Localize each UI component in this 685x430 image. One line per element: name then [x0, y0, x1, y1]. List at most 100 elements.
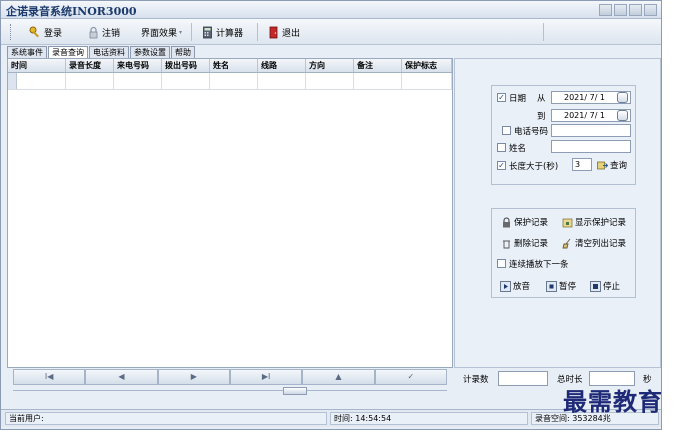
record-count-field [498, 371, 548, 386]
theme-button[interactable]: 界面效果 ▾ [141, 24, 182, 40]
tab-system-events[interactable]: 系统事件 [7, 46, 47, 58]
window-title: 企诺录音系统INOR3000 [6, 5, 137, 18]
grid-cell [114, 73, 162, 89]
search-arrow-icon [597, 160, 609, 171]
logout-button[interactable]: 注销 [87, 24, 120, 40]
grid-cell [210, 73, 258, 89]
nav-up-button[interactable]: ▲ [302, 369, 375, 385]
nav-first-button[interactable]: I◀ [13, 369, 86, 385]
clear-list-button[interactable]: 清空列出记录 [562, 236, 626, 250]
grid-cell [402, 73, 452, 89]
phone-label: 电话号码 [514, 127, 549, 137]
maximize-button[interactable] [614, 4, 627, 16]
query-side-panel: ✓ 日期 从 2021/ 7/ 1 到 2021/ 7/ 1 电话号码 姓名 ✓… [454, 58, 661, 368]
date-label: 日期 [509, 94, 527, 104]
play-icon [500, 280, 511, 292]
tab-parameters[interactable]: 参数设置 [130, 46, 170, 58]
table-row[interactable] [8, 73, 452, 90]
toolbar-grip[interactable] [10, 24, 13, 40]
length-input[interactable]: 3 [572, 158, 592, 171]
phone-input[interactable] [551, 124, 631, 137]
column-header-length[interactable]: 录音长度 [66, 59, 114, 72]
phone-checkbox[interactable] [502, 126, 511, 135]
key-icon [29, 26, 42, 39]
continuous-play-checkbox[interactable] [497, 259, 506, 268]
delete-icon [501, 238, 512, 249]
search-button[interactable]: 查询 [597, 158, 627, 172]
name-input[interactable] [551, 140, 631, 153]
logout-label: 注销 [102, 28, 121, 39]
tab-recording-query[interactable]: 录音查询 [48, 46, 88, 58]
continuous-play-label: 连续播放下一条 [509, 260, 569, 270]
protect-record-button[interactable]: 保护记录 [501, 215, 548, 229]
column-header-line[interactable]: 线路 [258, 59, 306, 72]
delete-record-label: 删除记录 [514, 239, 549, 249]
tab-phone-data[interactable]: 电话资料 [89, 46, 129, 58]
column-header-incoming[interactable]: 来电号码 [114, 59, 162, 72]
delete-record-button[interactable]: 删除记录 [501, 236, 548, 250]
toolbar-separator [543, 23, 544, 41]
to-label: 到 [537, 112, 546, 122]
column-header-direction[interactable]: 方向 [306, 59, 354, 72]
app-window: 企诺录音系统INOR3000 登录 注销 界面效果 ▾ 计算器 退出 系统事件 … [0, 0, 662, 430]
column-header-note[interactable]: 备注 [354, 59, 402, 72]
play-button[interactable]: 放音 [500, 279, 530, 293]
name-label: 姓名 [509, 144, 527, 154]
query-group: ✓ 日期 从 2021/ 7/ 1 到 2021/ 7/ 1 电话号码 姓名 ✓… [491, 85, 636, 185]
actions-group: 保护记录 显示保护记录 删除记录 清空列出记录 连续播放下一条 放音 暂停 停止 [491, 208, 636, 298]
toolbar-separator [191, 23, 192, 41]
date-checkbox[interactable]: ✓ [497, 93, 506, 102]
grid-cell [306, 73, 354, 89]
column-header-name[interactable]: 姓名 [210, 59, 258, 72]
watermark-text: 最需教育 [563, 387, 663, 416]
nav-last-button[interactable]: ▶I [229, 369, 303, 385]
nav-prev-button[interactable]: ◀ [85, 369, 158, 385]
grid-cell [162, 73, 210, 89]
current-user-status: 当前用户: [5, 412, 327, 425]
row-indicator [8, 73, 17, 89]
toolbar: 登录 注销 界面效果 ▾ 计算器 退出 [1, 19, 661, 45]
length-label: 长度大于(秒) [509, 162, 559, 172]
pause-button[interactable]: 暂停 [546, 279, 576, 293]
name-checkbox[interactable] [497, 143, 506, 152]
status-bar: 当前用户: 时间: 14:54:54 录音空间: 353284兆 [1, 409, 661, 427]
minimize-button[interactable] [599, 4, 612, 16]
column-header-protect[interactable]: 保护标志 [402, 59, 452, 72]
restore-button[interactable] [629, 4, 642, 16]
title-bar: 企诺录音系统INOR3000 [1, 1, 661, 19]
calculator-button[interactable]: 计算器 [201, 24, 243, 40]
recordings-grid[interactable]: 时间 录音长度 来电号码 拨出号码 姓名 线路 方向 备注 保护标志 [7, 58, 453, 368]
lock-icon [501, 217, 512, 228]
play-label: 放音 [513, 282, 531, 292]
show-protected-button[interactable]: 显示保护记录 [562, 215, 626, 229]
record-navigator: I◀ ◀ ▶ ▶I ▲ ✓ [13, 369, 447, 385]
lock-icon [87, 26, 100, 39]
from-label: 从 [537, 94, 546, 104]
broom-icon [562, 238, 573, 249]
tab-help[interactable]: 帮助 [171, 46, 195, 58]
date-from-picker-button[interactable] [617, 92, 628, 103]
grid-cell [354, 73, 402, 89]
playback-slider-thumb[interactable] [283, 387, 307, 395]
dropdown-arrow-icon: ▾ [179, 28, 183, 36]
search-label: 查询 [610, 161, 628, 171]
login-button[interactable]: 登录 [29, 24, 62, 40]
column-header-outgoing[interactable]: 拨出号码 [162, 59, 210, 72]
grid-cell [66, 73, 114, 89]
show-protected-label: 显示保护记录 [575, 218, 627, 228]
length-checkbox[interactable]: ✓ [497, 161, 506, 170]
nav-confirm-button[interactable]: ✓ [374, 369, 447, 385]
exit-label: 退出 [282, 28, 301, 39]
exit-button[interactable]: 退出 [267, 24, 300, 40]
stop-button[interactable]: 停止 [590, 279, 620, 293]
date-to-picker-button[interactable] [617, 110, 628, 121]
column-header-time[interactable]: 时间 [8, 59, 66, 72]
playback-slider-track[interactable] [13, 390, 447, 398]
calculator-icon [201, 26, 214, 39]
close-button[interactable] [644, 4, 657, 16]
nav-next-button[interactable]: ▶ [157, 369, 230, 385]
protect-record-label: 保护记录 [514, 218, 549, 228]
stop-label: 停止 [603, 282, 621, 292]
pause-icon [546, 280, 557, 292]
grid-cell [258, 73, 306, 89]
